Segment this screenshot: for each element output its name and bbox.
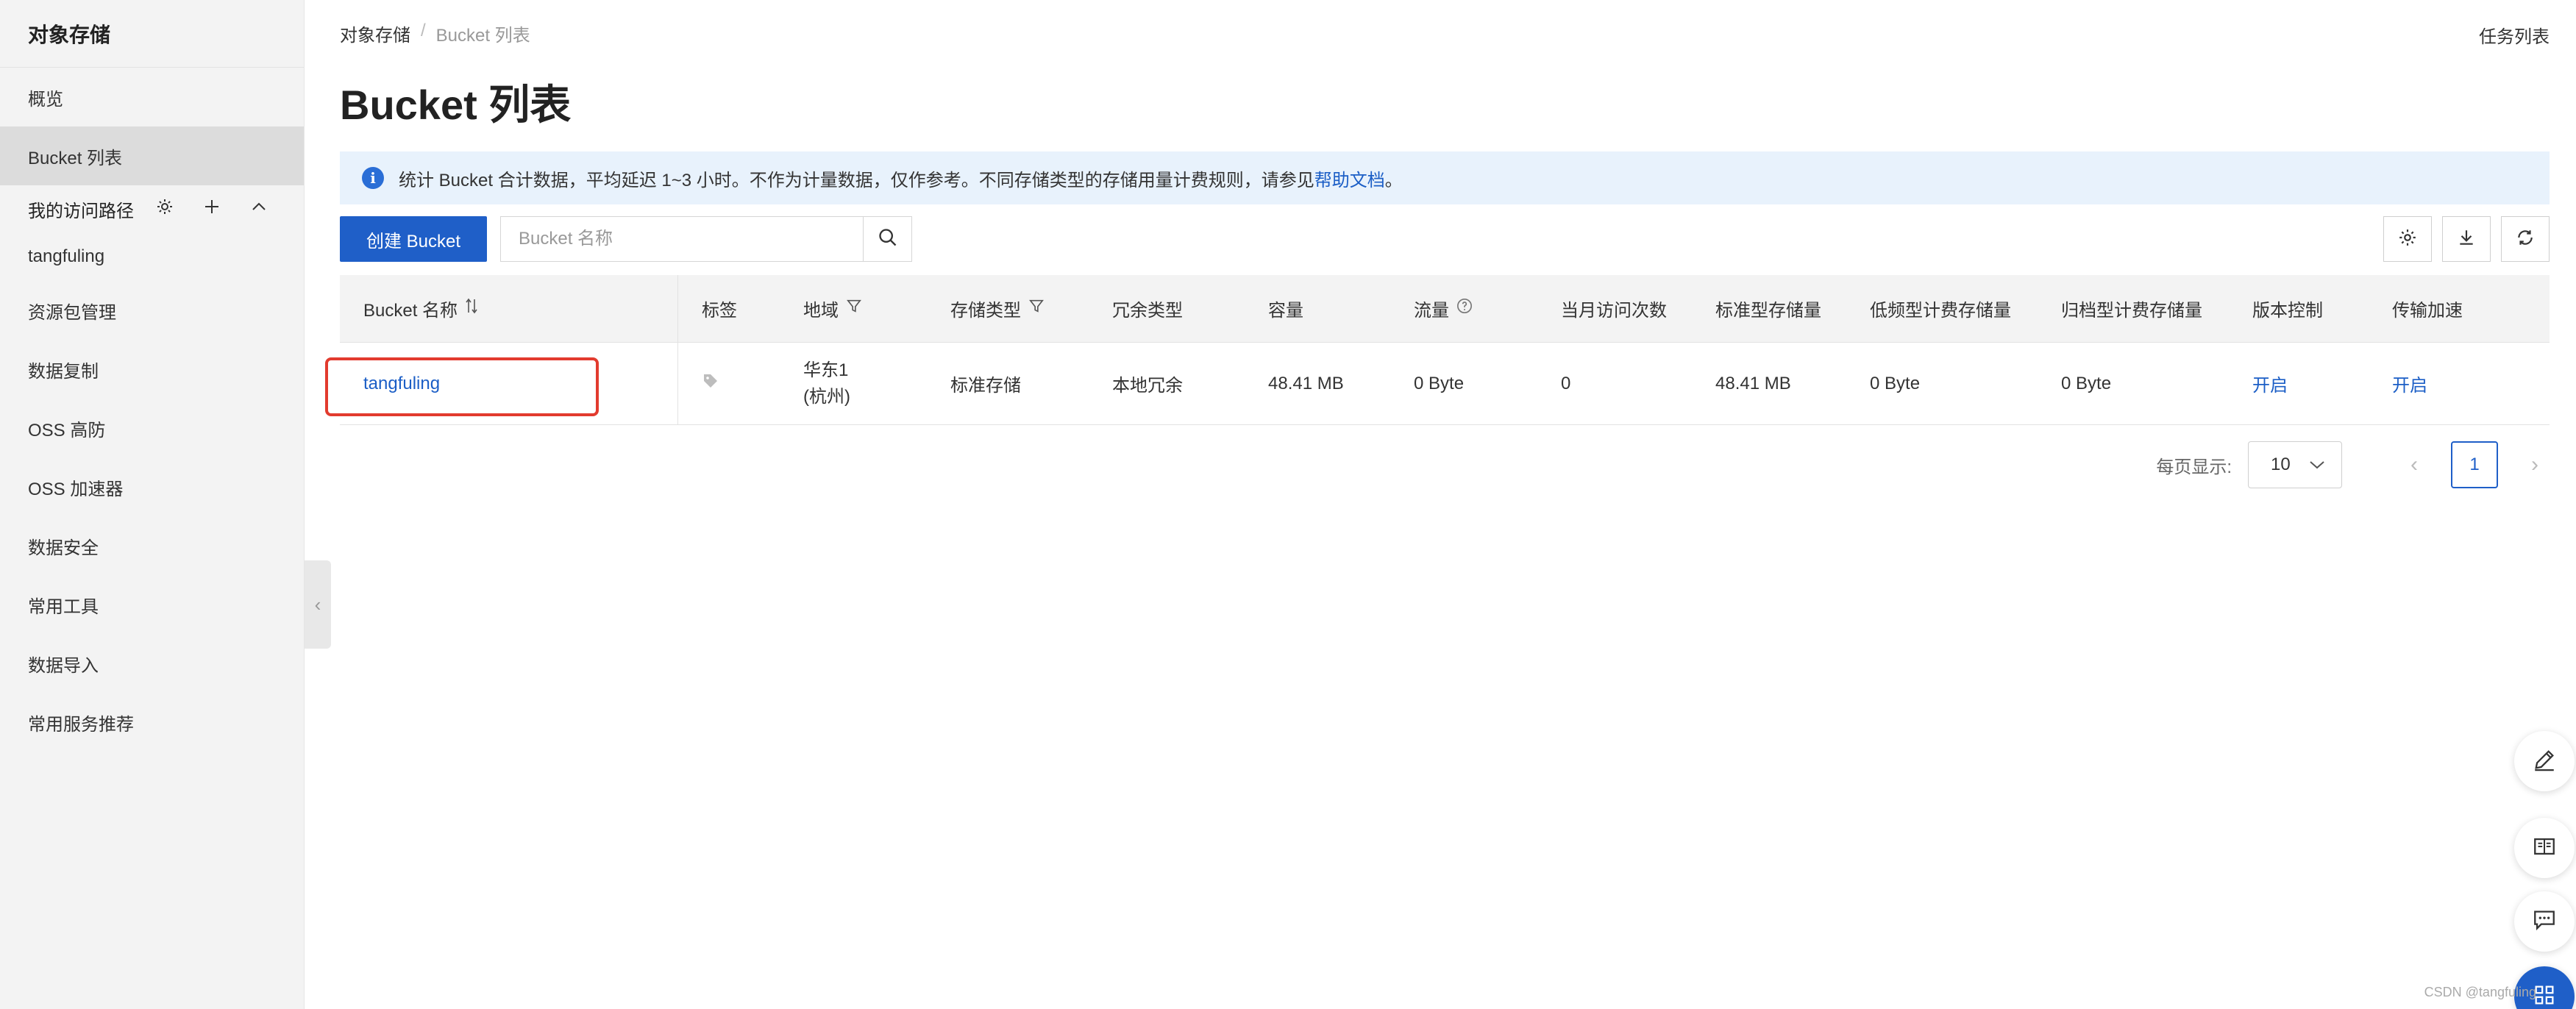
- page-title: Bucket 列表: [340, 82, 572, 128]
- notice-text: 统计 Bucket 合计数据，平均延迟 1~3 小时。不作为计量数据，仅作参考。…: [399, 170, 1314, 190]
- chevron-down-icon: [2309, 454, 2325, 475]
- plus-icon[interactable]: [203, 198, 221, 221]
- sidebar-item-oss-ddos[interactable]: OSS 高防: [0, 399, 304, 457]
- archive-storage-value: 0 Byte: [2061, 373, 2112, 393]
- column-header-storage-type: 存储类型: [950, 301, 1021, 321]
- column-header-monthly-visits: 当月访问次数: [1561, 301, 1667, 321]
- breadcrumb-separator: /: [421, 21, 426, 40]
- table-row: tangfuling 华东1 (杭州) 标准存储 本地冗余 48.41 MB 0…: [340, 343, 2550, 425]
- create-bucket-button[interactable]: 创建 Bucket: [340, 216, 487, 262]
- column-header-capacity: 容量: [1268, 301, 1303, 321]
- acceleration-link[interactable]: 开启: [2392, 343, 2525, 424]
- watermark: CSDN @tangfuling: [2424, 985, 2536, 999]
- ia-storage-value: 0 Byte: [1870, 373, 1921, 393]
- notice-end: 。: [1384, 170, 1403, 190]
- sidebar-item-common-tools[interactable]: 常用工具: [0, 575, 304, 634]
- help-circle-icon[interactable]: [1456, 298, 1473, 319]
- sidebar-group-label: 我的访问路径: [28, 201, 134, 221]
- pagination: 每页显示: 10 ‹ 1 ›: [2156, 441, 2550, 488]
- refresh-icon: [2516, 228, 2535, 251]
- versioning-link[interactable]: 开启: [2252, 343, 2392, 424]
- docs-button[interactable]: [2514, 818, 2575, 878]
- sidebar-item-oss-accelerator[interactable]: OSS 加速器: [0, 457, 304, 516]
- sidebar-item-resource-packages[interactable]: 资源包管理: [0, 281, 304, 340]
- region-line1: 华东1: [803, 360, 849, 380]
- main-content: 对象存储 / Bucket 列表 任务列表 Bucket 列表 i 统计 Buc…: [305, 0, 2576, 1009]
- column-header-region: 地域: [803, 301, 839, 321]
- breadcrumb: 对象存储 / Bucket 列表: [340, 21, 530, 46]
- filter-icon[interactable]: [846, 298, 862, 319]
- task-list-link[interactable]: 任务列表: [2479, 22, 2550, 48]
- column-header-acceleration: 传输加速: [2392, 301, 2463, 321]
- info-notice: i 统计 Bucket 合计数据，平均延迟 1~3 小时。不作为计量数据，仅作参…: [340, 151, 2550, 204]
- sidebar-item-data-import[interactable]: 数据导入: [0, 634, 304, 693]
- prev-page-button[interactable]: ‹: [2399, 452, 2429, 477]
- sidebar-item-bucket-list[interactable]: Bucket 列表: [0, 126, 304, 185]
- bucket-search: [500, 216, 912, 262]
- traffic-value: 0 Byte: [1414, 373, 1465, 393]
- refresh-button[interactable]: [2501, 216, 2550, 262]
- breadcrumb-current: Bucket 列表: [435, 26, 530, 46]
- column-header-tags: 标签: [702, 301, 737, 321]
- next-page-button[interactable]: ›: [2520, 452, 2550, 477]
- book-icon: [2532, 834, 2557, 863]
- chat-button[interactable]: [2514, 891, 2575, 952]
- per-page-label: 每页显示:: [2156, 457, 2232, 477]
- highlight-annotation: [325, 357, 599, 416]
- download-icon: [2457, 228, 2476, 251]
- sidebar-item-data-security[interactable]: 数据安全: [0, 516, 304, 575]
- standard-storage-value: 48.41 MB: [1715, 373, 1791, 393]
- feedback-edit-button[interactable]: [2514, 731, 2575, 791]
- gear-icon: [2398, 228, 2417, 251]
- sidebar-title: 对象存储: [0, 0, 304, 68]
- region-line2: (杭州): [803, 386, 850, 407]
- download-button[interactable]: [2442, 216, 2491, 262]
- pencil-icon: [2532, 747, 2557, 776]
- column-header-ia-storage: 低频型计费存储量: [1870, 301, 2011, 321]
- page-number-current[interactable]: 1: [2451, 441, 2498, 488]
- sort-icon[interactable]: [465, 298, 478, 319]
- redundancy-value: 本地冗余: [1112, 376, 1183, 396]
- capacity-value: 48.41 MB: [1268, 373, 1344, 393]
- chat-icon: [2532, 908, 2557, 936]
- per-page-select[interactable]: 10: [2248, 441, 2342, 488]
- sidebar-item-tangfuling[interactable]: tangfuling: [0, 232, 304, 281]
- column-header-redundancy: 冗余类型: [1112, 301, 1183, 321]
- gear-icon[interactable]: [156, 198, 174, 221]
- chevron-up-icon[interactable]: [250, 198, 268, 221]
- column-header-traffic: 流量: [1414, 301, 1449, 321]
- info-icon: i: [362, 167, 384, 189]
- tag-icon[interactable]: [702, 372, 719, 395]
- search-icon: [878, 227, 898, 252]
- bucket-search-input[interactable]: [501, 217, 863, 261]
- bucket-table: Bucket 名称 标签 地域 存储类型 冗余类型 容量 流量 当月访问次数 标…: [340, 275, 2550, 425]
- visits-value: 0: [1561, 373, 1571, 393]
- settings-button[interactable]: [2383, 216, 2432, 262]
- sidebar-group-access-paths: 我的访问路径: [0, 185, 304, 232]
- column-header-name: Bucket 名称: [363, 301, 458, 321]
- sidebar-item-recommended-services[interactable]: 常用服务推荐: [0, 693, 304, 752]
- breadcrumb-root[interactable]: 对象存储: [340, 21, 410, 46]
- sidebar-item-data-replication[interactable]: 数据复制: [0, 340, 304, 399]
- sidebar-item-overview[interactable]: 概览: [0, 68, 304, 126]
- filter-icon[interactable]: [1028, 298, 1045, 319]
- column-header-archive-storage: 归档型计费存储量: [2061, 301, 2202, 321]
- help-doc-link[interactable]: 帮助文档: [1314, 171, 1385, 190]
- column-header-versioning: 版本控制: [2252, 301, 2323, 321]
- table-header: Bucket 名称 标签 地域 存储类型 冗余类型 容量 流量 当月访问次数 标…: [340, 275, 2550, 343]
- per-page-value: 10: [2271, 454, 2291, 474]
- column-header-standard-storage: 标准型存储量: [1715, 301, 1821, 321]
- sidebar: 对象存储 概览 Bucket 列表 我的访问路径 tangfuling 资源包管…: [0, 0, 305, 1009]
- search-button[interactable]: [863, 217, 911, 261]
- storage-type-value: 标准存储: [950, 376, 1021, 396]
- toolbar: 创建 Bucket: [340, 216, 2550, 262]
